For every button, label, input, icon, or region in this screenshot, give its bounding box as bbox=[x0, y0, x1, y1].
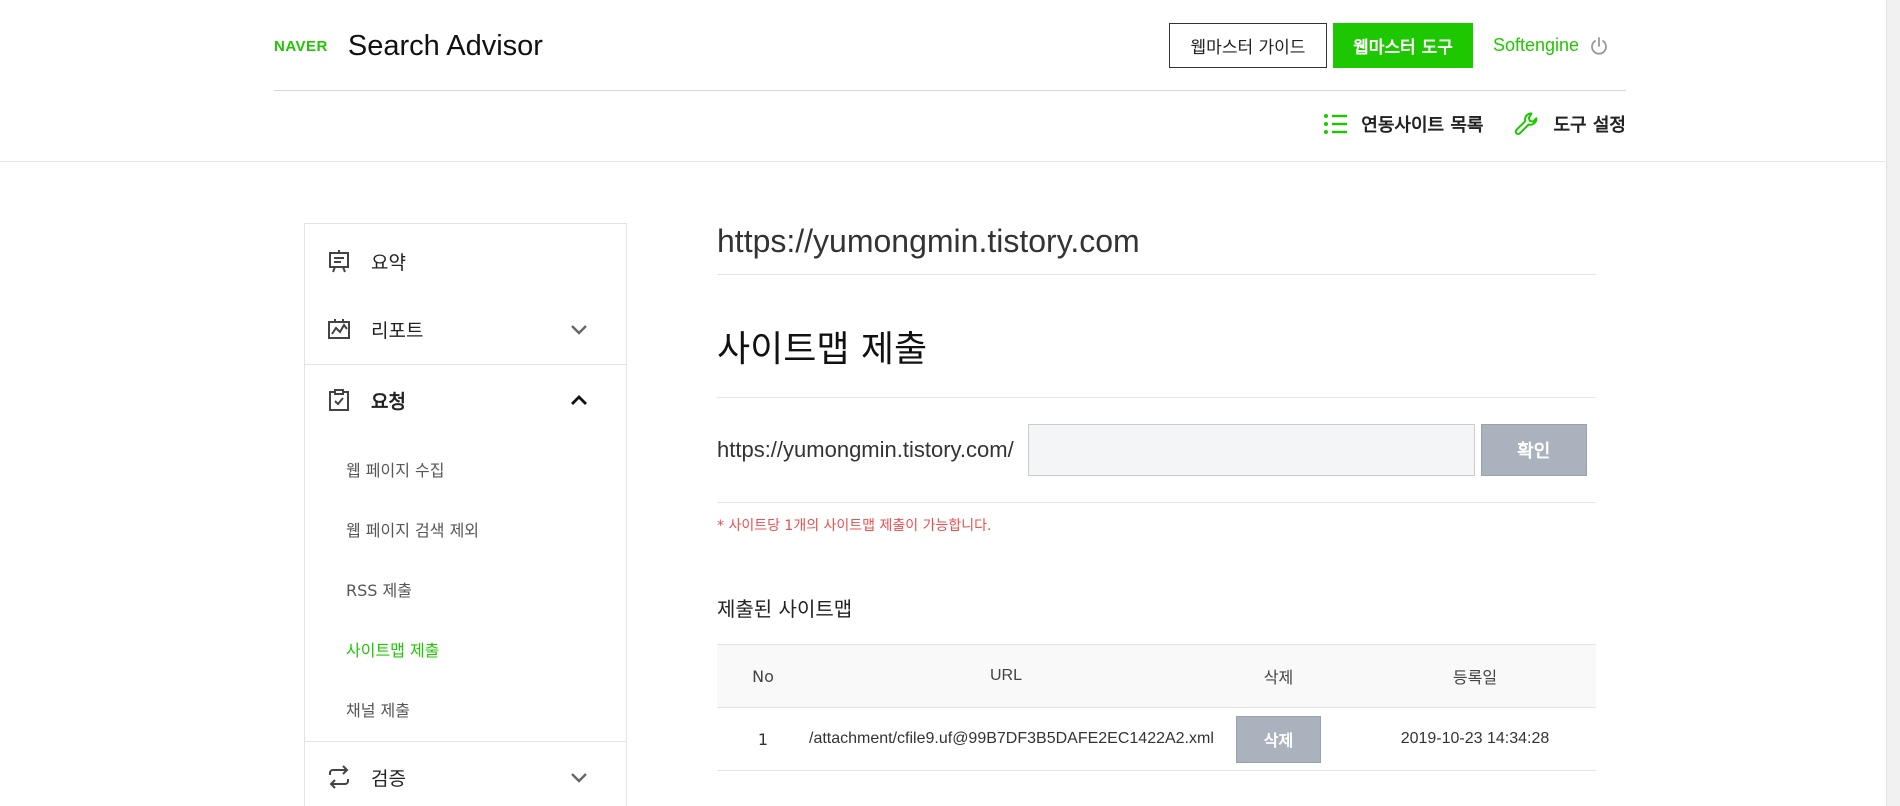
clipboard-check-icon bbox=[329, 389, 349, 411]
table-header: No URL 삭제 등록일 bbox=[717, 645, 1596, 708]
sidebar-item-label: 리포트 bbox=[371, 319, 424, 342]
sidebar-subitem-rss[interactable]: RSS 제출 bbox=[305, 559, 626, 619]
notice-text: * 사이트당 1개의 사이트맵 제출이 가능합니다. bbox=[717, 518, 992, 534]
summary-icon bbox=[329, 250, 349, 273]
sitemap-input[interactable] bbox=[1027, 424, 1475, 476]
sidebar-item-label: 요약 bbox=[371, 251, 406, 274]
header-divider bbox=[274, 90, 1626, 91]
chevron-up-icon bbox=[571, 395, 587, 405]
sidebar-item-label: 요청 bbox=[371, 390, 406, 413]
user-name[interactable]: Softengine bbox=[1493, 35, 1579, 56]
sidebar-subitem-sitemap[interactable]: 사이트맵 제출 bbox=[305, 619, 626, 679]
row-date: 2019-10-23 14:34:28 bbox=[1400, 730, 1550, 747]
url-prefix: https://yumongmin.tistory.com/ bbox=[717, 437, 1014, 462]
row-url: /attachment/cfile9.uf@99B7DF3B5DAFE2EC14… bbox=[809, 730, 1214, 747]
sidebar-item-verify[interactable]: 검증 bbox=[305, 742, 626, 806]
row-no: 1 bbox=[757, 729, 769, 749]
row-delete-cell: 삭제 bbox=[1203, 715, 1354, 763]
wrench-icon bbox=[1515, 112, 1538, 135]
list-icon bbox=[1324, 114, 1348, 134]
tool-settings-link[interactable]: 도구 설정 bbox=[1513, 110, 1626, 138]
confirm-button[interactable]: 확인 bbox=[1480, 424, 1587, 476]
naver-logo: NAVER bbox=[274, 38, 328, 55]
chevron-down-icon bbox=[571, 773, 587, 783]
column-header-no: No bbox=[752, 666, 774, 686]
sub-nav: 연동사이트 목록 도구 설정 bbox=[1293, 110, 1626, 138]
column-header-url: URL bbox=[989, 667, 1022, 684]
chevron-down-icon bbox=[571, 325, 587, 335]
sidebar: 요약 리포트 요청 웹 페이지 수집 웹 페이지 검색 제외 RSS 제출 사이… bbox=[304, 223, 627, 806]
sidebar-subitem-channel[interactable]: 채널 제출 bbox=[305, 679, 626, 739]
main-content: https://yumongmin.tistory.com 사이트맵 제출 ht… bbox=[717, 215, 1596, 771]
header: NAVER Search Advisor 웹마스터 가이드 웹마스터 도구 So… bbox=[0, 0, 1900, 162]
column-header-delete: 삭제 bbox=[1263, 668, 1294, 687]
sites-list-link[interactable]: 연동사이트 목록 bbox=[1323, 111, 1483, 137]
sidebar-item-report[interactable]: 리포트 bbox=[305, 294, 626, 364]
sidebar-subitem-web-collect[interactable]: 웹 페이지 수집 bbox=[305, 439, 626, 499]
logo-title: Search Advisor bbox=[347, 30, 543, 62]
sidebar-item-summary[interactable]: 요약 bbox=[305, 228, 626, 294]
column-header-date: 등록일 bbox=[1452, 670, 1498, 687]
submitted-sitemaps-title: 제출된 사이트맵 bbox=[717, 597, 853, 621]
report-icon bbox=[328, 319, 350, 339]
page-title: 사이트맵 제출 bbox=[717, 329, 928, 370]
delete-button[interactable]: 삭제 bbox=[1236, 715, 1321, 763]
webmaster-tool-button[interactable]: 웹마스터 도구 bbox=[1333, 23, 1473, 68]
logo[interactable]: NAVER Search Advisor bbox=[274, 30, 543, 63]
page: NAVER Search Advisor 웹마스터 가이드 웹마스터 도구 So… bbox=[0, 0, 1900, 806]
site-url-title: https://yumongmin.tistory.com bbox=[717, 215, 1596, 275]
sitemap-submit-row: https://yumongmin.tistory.com/ 확인 bbox=[717, 397, 1596, 503]
request-submenu: 웹 페이지 수집 웹 페이지 검색 제외 RSS 제출 사이트맵 제출 채널 제… bbox=[305, 435, 626, 741]
table-row: 1 /attachment/cfile9.uf@99B7DF3B5DAFE2EC… bbox=[717, 708, 1596, 771]
repeat-icon bbox=[329, 765, 349, 789]
sites-list-label: 연동사이트 목록 bbox=[1361, 115, 1484, 136]
sidebar-subitem-web-exclude[interactable]: 웹 페이지 검색 제외 bbox=[305, 499, 626, 559]
power-icon[interactable] bbox=[1589, 36, 1609, 56]
tool-settings-label: 도구 설정 bbox=[1553, 115, 1626, 136]
sitemap-table: No URL 삭제 등록일 1 /attachment/cfile9.uf@99… bbox=[717, 644, 1596, 771]
webmaster-guide-button[interactable]: 웹마스터 가이드 bbox=[1169, 23, 1327, 68]
top-actions: 웹마스터 가이드 웹마스터 도구 Softengine bbox=[1169, 23, 1609, 68]
sidebar-item-request[interactable]: 요청 bbox=[305, 365, 626, 435]
page-scrollbar[interactable] bbox=[1886, 0, 1900, 806]
sidebar-item-label: 검증 bbox=[371, 767, 406, 790]
